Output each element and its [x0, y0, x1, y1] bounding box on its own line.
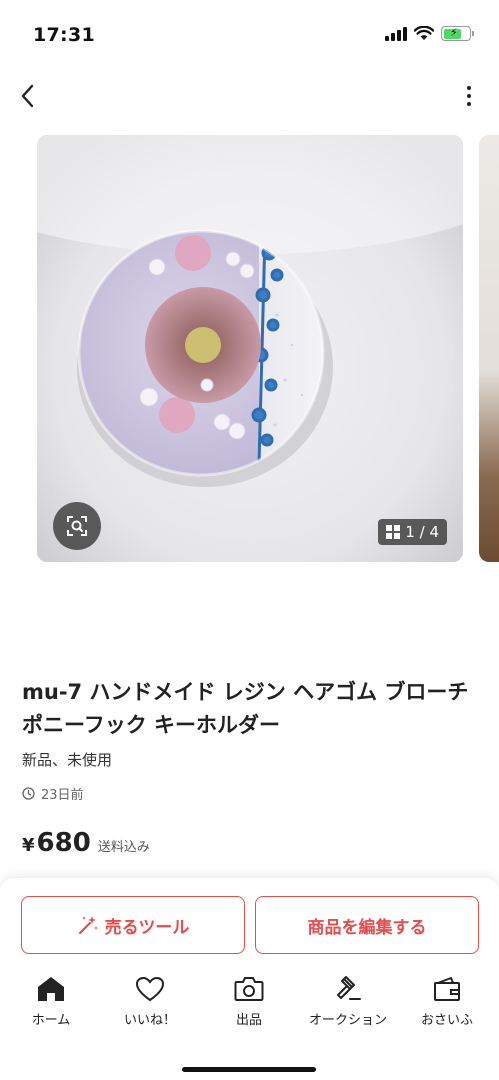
photo-counter-text: 1 / 4	[405, 523, 439, 541]
product-photo[interactable]: 1 / 4	[37, 135, 463, 562]
tab-label: 出品	[235, 1013, 262, 1028]
photo-counter-badge: 1 / 4	[378, 519, 447, 545]
wallet-icon	[434, 977, 460, 1001]
magic-wand-icon	[78, 916, 98, 935]
tab-label: オークション	[308, 1013, 387, 1028]
more-options-button[interactable]	[461, 80, 477, 112]
sell-tool-label: 売るツール	[104, 917, 190, 938]
tab-label: ホーム	[31, 1013, 71, 1028]
product-title: mu-7 ハンドメイド レジン ヘアゴム ブローチ ポニーフック キーホルダー	[22, 680, 469, 737]
price-value: 680	[36, 828, 91, 858]
status-bar: 17:31 ⚡	[0, 0, 499, 70]
edit-item-button[interactable]: 商品を編集する	[255, 896, 479, 954]
product-condition: 新品、未使用	[22, 751, 113, 769]
tab-home[interactable]: ホーム	[1, 974, 101, 1034]
more-dots-icon	[467, 86, 471, 90]
posted-time: 23日前	[22, 784, 477, 803]
heart-icon	[135, 976, 165, 1002]
cellular-signal-icon	[385, 26, 407, 41]
tab-wallet[interactable]: おさいふ	[397, 974, 497, 1034]
status-time: 17:31	[33, 24, 95, 46]
clock-icon	[22, 787, 35, 800]
camera-icon	[234, 977, 264, 1001]
lens-search-icon	[67, 516, 87, 536]
tab-listing[interactable]: 出品	[199, 974, 299, 1034]
status-icons: ⚡	[385, 26, 474, 41]
next-photo-preview[interactable]	[479, 135, 499, 562]
tab-label: いいね！	[123, 1013, 176, 1028]
tab-auction[interactable]: オークション	[298, 974, 398, 1034]
nav-bar	[0, 72, 499, 120]
tab-likes[interactable]: いいね！	[100, 974, 200, 1034]
home-indicator	[182, 1067, 316, 1072]
posted-time-text: 23日前	[41, 788, 84, 803]
back-button[interactable]	[14, 80, 42, 112]
image-search-button[interactable]	[53, 502, 101, 550]
chevron-left-icon	[21, 84, 34, 108]
tab-bar: ホーム いいね！ 出品 オークション おさいふ	[0, 974, 499, 1034]
product-photo-image	[37, 135, 463, 562]
price-currency: ¥	[22, 835, 35, 856]
price-row: ¥ 680 送料込み	[22, 828, 150, 858]
price-shipping-note: 送料込み	[97, 840, 150, 855]
bottom-action-sheet: 売るツール 商品を編集する ホーム いいね！ 出品 オークション おさいふ	[0, 878, 499, 1080]
photo-gallery[interactable]: 1 / 4	[0, 135, 499, 562]
tab-label: おさいふ	[420, 1013, 473, 1028]
grid-icon	[386, 525, 401, 539]
battery-icon: ⚡	[441, 26, 474, 41]
product-info: mu-7 ハンドメイド レジン ヘアゴム ブローチ ポニーフック キーホルダー …	[22, 676, 477, 803]
wifi-icon	[414, 26, 434, 40]
home-icon	[38, 977, 64, 1001]
sell-tool-button[interactable]: 売るツール	[21, 896, 245, 954]
edit-item-label: 商品を編集する	[307, 917, 427, 938]
gavel-icon	[337, 976, 361, 1000]
